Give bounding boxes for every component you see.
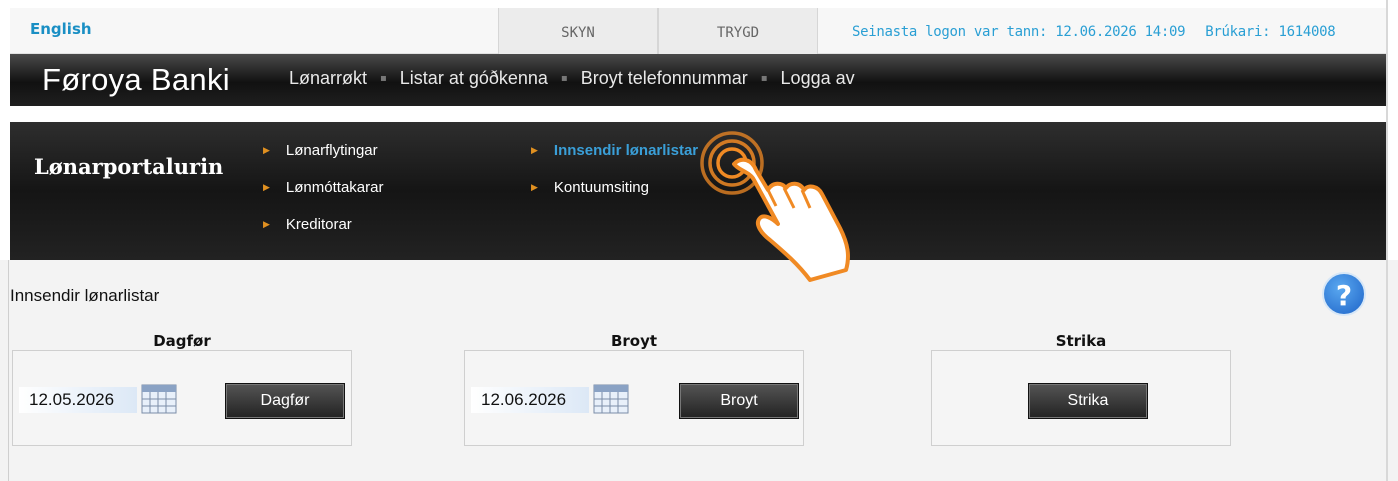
nav-link-listar[interactable]: Listar at góðkenna <box>400 68 548 89</box>
content-border <box>8 260 9 481</box>
dagfor-button[interactable]: Dagfør <box>225 383 345 419</box>
nav-separator: ▪ <box>380 73 387 84</box>
broyt-label: Broyt <box>610 332 658 350</box>
language-link[interactable]: English <box>30 20 92 38</box>
portal-link-label: Lønmóttakarar <box>285 179 384 196</box>
portal-header: Lønarportalurin ▶ Lønarflytingar ▶ Lønmótt… <box>10 122 1388 260</box>
portal-link-innsendir-lonarlistar[interactable]: ▶ Innsendir lønarlistar <box>531 142 698 159</box>
nav-link-logga-av[interactable]: Logga av <box>781 68 855 89</box>
portal-link-label: Kreditorar <box>285 216 352 233</box>
strika-button[interactable]: Strika <box>1028 383 1148 419</box>
brand-logo[interactable]: Føroya Banki <box>42 62 230 98</box>
strika-panel: Strika <box>931 350 1231 446</box>
main-nav-links: Lønarrøkt ▪ Listar at góðkenna ▪ Broyt t… <box>289 68 855 89</box>
portal-link-kontuumsiting[interactable]: ▶ Kontuumsiting <box>531 179 649 196</box>
nav-link-lonarrokt[interactable]: Lønarrøkt <box>289 68 367 89</box>
broyt-date-input[interactable] <box>471 387 589 413</box>
tab-trygd[interactable]: TRYGD <box>658 8 818 54</box>
dagfor-panel: Dagfør <box>12 350 352 446</box>
strika-label: Strika <box>1055 332 1107 350</box>
portal-link-label: Innsendir lønarlistar <box>553 142 699 159</box>
portal-link-label: Kontuumsiting <box>553 179 649 196</box>
chevron-right-icon: ▶ <box>531 145 538 155</box>
help-icon[interactable]: ? <box>1322 272 1366 316</box>
nav-separator: ▪ <box>760 73 768 84</box>
nav-separator: ▪ <box>560 73 568 84</box>
top-bar: English SKYN TRYGD Seinasta logon var ta… <box>10 8 1388 54</box>
chevron-right-icon: ▶ <box>263 219 270 229</box>
portal-link-lonmottakarar[interactable]: ▶ Lønmóttakarar <box>263 179 383 196</box>
user-id-text: Brúkari: 1614008 <box>1205 24 1336 40</box>
content-area: Innsendir lønarlistar ? Dagfør Dagfør Br… <box>0 260 1398 481</box>
calendar-icon[interactable] <box>141 384 177 414</box>
calendar-icon[interactable] <box>593 384 629 414</box>
page-title: Innsendir lønarlistar <box>10 286 160 305</box>
dagfor-date-input[interactable] <box>19 387 137 413</box>
page-edge <box>1386 0 1388 481</box>
broyt-panel: Broyt <box>464 350 804 446</box>
chevron-right-icon: ▶ <box>263 182 270 192</box>
session-info: Seinasta logon var tann: 12.06.2026 14:0… <box>852 24 1336 40</box>
portal-link-lonarflytingar[interactable]: ▶ Lønarflytingar <box>263 142 378 159</box>
chevron-right-icon: ▶ <box>531 182 538 192</box>
portal-link-label: Lønarflytingar <box>285 142 378 159</box>
broyt-button[interactable]: Broyt <box>679 383 799 419</box>
tab-skyn[interactable]: SKYN <box>498 8 658 54</box>
dagfor-label: Dagfør <box>153 332 211 350</box>
portal-link-kreditorar[interactable]: ▶ Kreditorar <box>263 216 352 233</box>
main-nav: Føroya Banki Lønarrøkt ▪ Listar at góðke… <box>10 54 1388 106</box>
last-logon-text: Seinasta logon var tann: 12.06.2026 14:0… <box>852 24 1186 40</box>
nav-link-broyt-telefon[interactable]: Broyt telefonnummar <box>581 68 748 89</box>
portal-title: Lønarportalurin <box>34 154 224 179</box>
chevron-right-icon: ▶ <box>263 145 270 155</box>
